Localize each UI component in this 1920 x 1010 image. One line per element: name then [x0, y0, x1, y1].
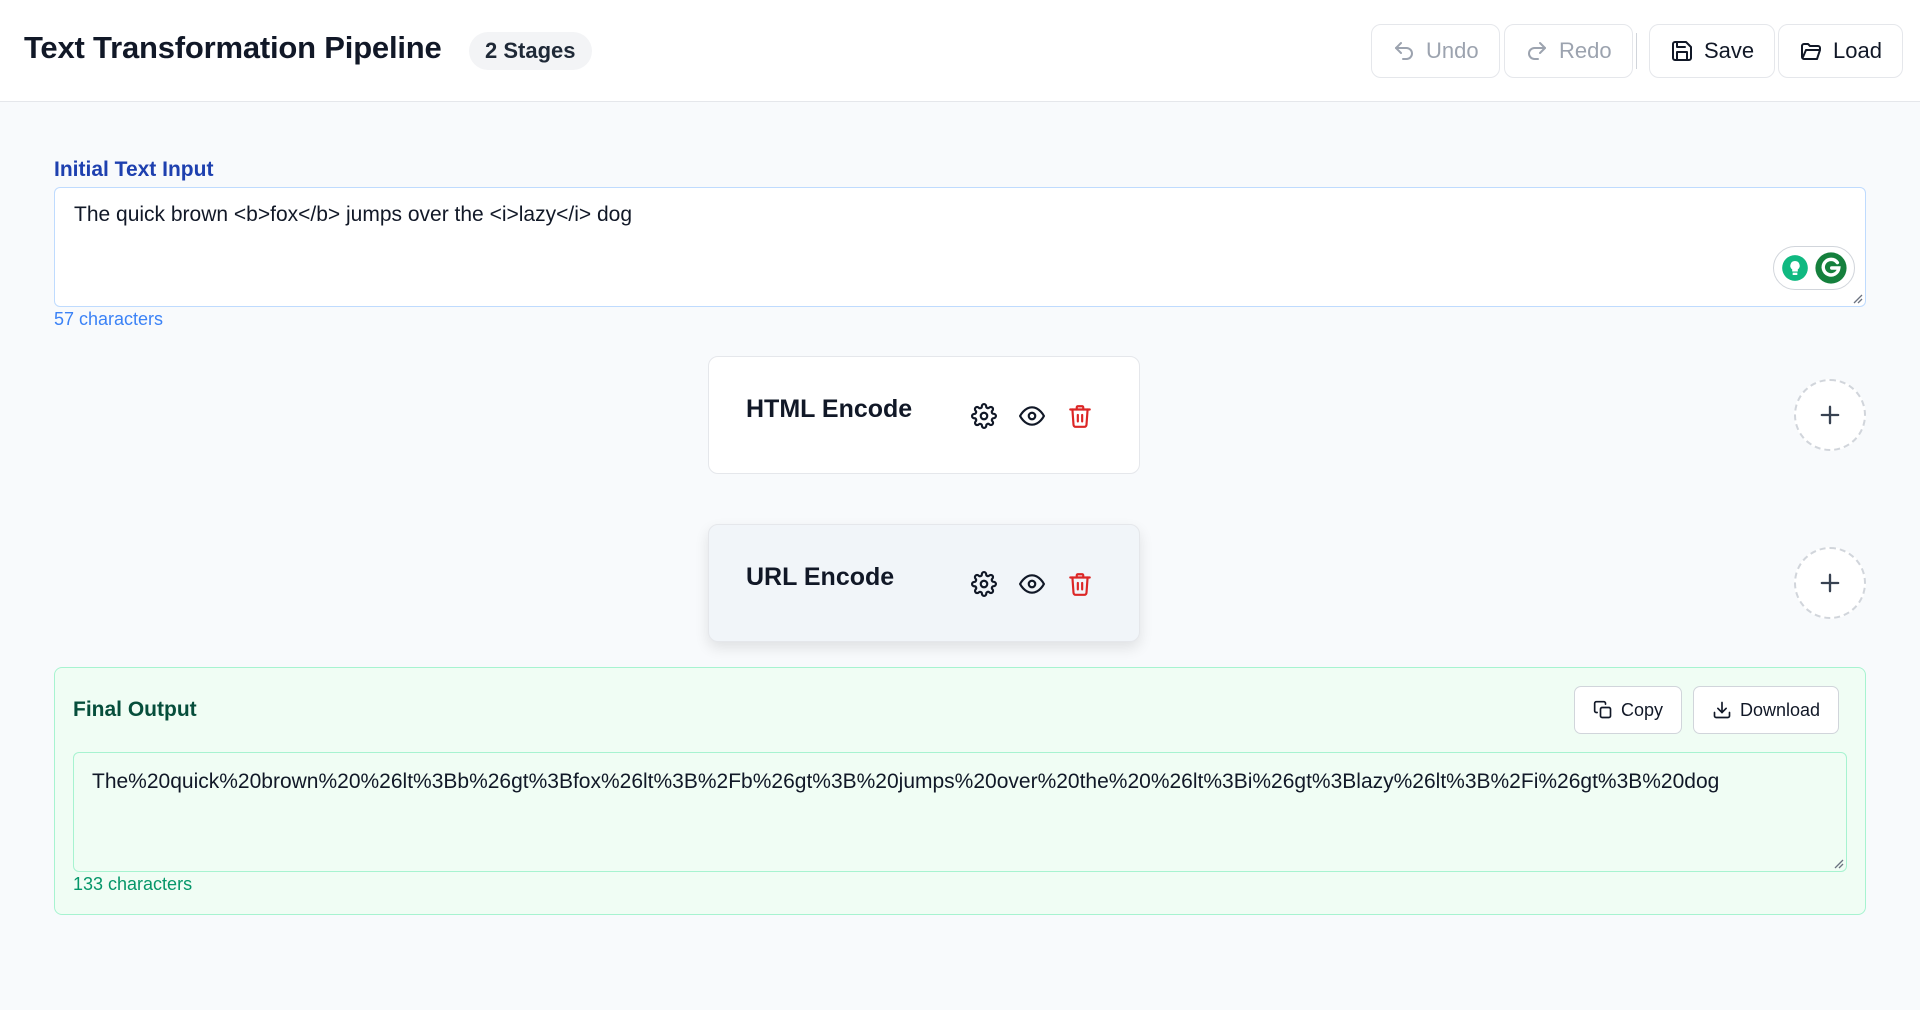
initial-text-value: The quick brown <b>fox</b> jumps over th…	[74, 203, 633, 226]
redo-button[interactable]: Redo	[1504, 24, 1633, 78]
trash-icon[interactable]	[1067, 403, 1093, 429]
load-button[interactable]: Load	[1778, 24, 1903, 78]
final-output-panel: Final Output Copy Download The%20quick%2…	[54, 667, 1866, 915]
download-label: Download	[1740, 699, 1821, 720]
plus-icon	[1820, 405, 1840, 425]
add-stage-button[interactable]	[1794, 379, 1866, 451]
stage-name: HTML Encode	[746, 395, 913, 423]
stage-card-html-encode[interactable]: HTML Encode	[708, 356, 1140, 474]
initial-text-input[interactable]: The quick brown <b>fox</b> jumps over th…	[54, 187, 1866, 307]
eye-icon[interactable]	[1019, 403, 1045, 429]
gear-icon[interactable]	[971, 403, 997, 429]
grammar-assistant-widget[interactable]	[1773, 246, 1855, 290]
download-button[interactable]: Download	[1693, 686, 1840, 734]
output-char-count: 133 characters	[73, 874, 193, 894]
header-divider	[1636, 33, 1637, 69]
stage-card-url-encode[interactable]: URL Encode	[708, 524, 1140, 642]
copy-icon	[1593, 700, 1612, 719]
save-button[interactable]: Save	[1649, 24, 1776, 78]
undo-icon	[1395, 42, 1413, 60]
plus-icon	[1820, 573, 1840, 593]
copy-button[interactable]: Copy	[1574, 686, 1683, 734]
input-char-count: 57 characters	[54, 309, 164, 329]
final-output-textarea[interactable]: The%20quick%20brown%20%26lt%3Bb%26gt%3Bf…	[73, 752, 1847, 872]
stage-count-badge: 2 Stages	[469, 32, 592, 70]
resize-handle-icon[interactable]	[1851, 292, 1863, 304]
page-title: Text Transformation Pipeline	[24, 30, 442, 65]
add-stage-button[interactable]	[1794, 547, 1866, 619]
save-icon	[1672, 41, 1692, 61]
redo-icon	[1528, 42, 1546, 60]
final-output-value: The%20quick%20brown%20%26lt%3Bb%26gt%3Bf…	[92, 770, 1720, 793]
load-label: Load	[1833, 38, 1882, 63]
grammar-g-icon	[1814, 252, 1847, 284]
save-label: Save	[1704, 38, 1755, 63]
trash-icon[interactable]	[1067, 571, 1093, 597]
copy-label: Copy	[1621, 699, 1664, 720]
eye-icon[interactable]	[1019, 571, 1045, 597]
app-header: Text Transformation Pipeline 2 Stages Un…	[0, 0, 1920, 102]
gear-icon[interactable]	[971, 571, 997, 597]
folder-open-icon	[1801, 43, 1821, 60]
final-output-title: Final Output	[73, 698, 197, 721]
lightbulb-icon	[1781, 255, 1808, 281]
stage-name: URL Encode	[746, 563, 895, 591]
undo-label: Undo	[1426, 38, 1479, 63]
initial-input-label: Initial Text Input	[54, 158, 214, 181]
download-icon	[1713, 701, 1731, 719]
redo-label: Redo	[1559, 38, 1612, 63]
resize-handle-icon[interactable]	[1832, 857, 1844, 869]
undo-button[interactable]: Undo	[1371, 24, 1500, 78]
